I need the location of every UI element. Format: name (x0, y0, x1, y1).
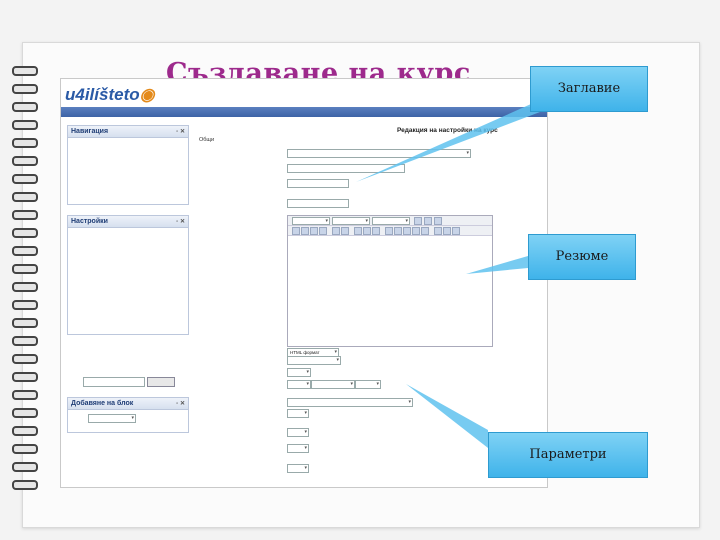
summary-callout: Резюме (528, 234, 636, 280)
summary-pointer (466, 256, 528, 274)
params-callout: Параметри (488, 432, 648, 478)
params-pointer (406, 384, 488, 448)
title-pointer (356, 100, 540, 182)
title-callout: Заглавие (530, 66, 648, 112)
